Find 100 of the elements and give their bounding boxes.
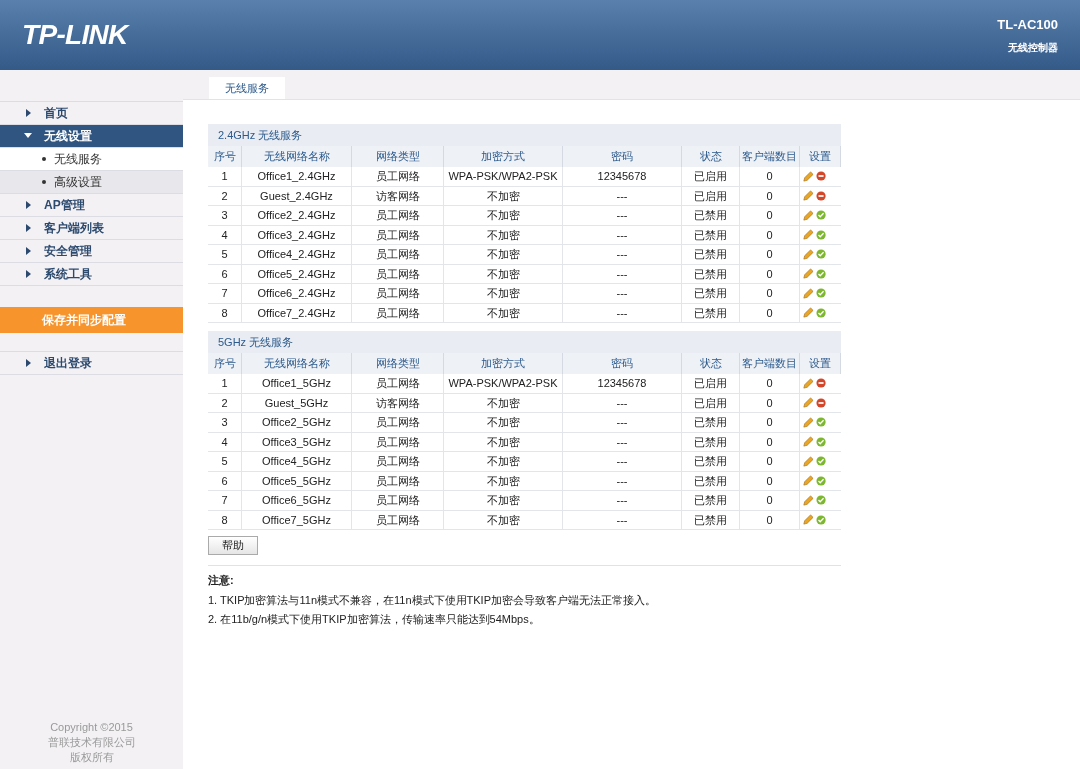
table-cell: 0 (740, 452, 800, 471)
check-icon[interactable] (815, 209, 826, 222)
table-cell: 员工网络 (352, 510, 444, 529)
table-cell: Office2_5GHz (242, 413, 352, 432)
column-header: 密码 (563, 146, 682, 167)
table-cell: 4 (208, 225, 242, 244)
table-cell: 已禁用 (682, 471, 740, 490)
pencil-icon[interactable] (803, 415, 814, 429)
table-cell: 0 (740, 245, 800, 264)
table-cell: 员工网络 (352, 452, 444, 471)
table-cell: 不加密 (444, 225, 563, 244)
check-icon[interactable] (815, 474, 826, 487)
model-name: TL-AC100 (997, 15, 1058, 34)
pencil-icon[interactable] (803, 435, 814, 449)
table-cell: 不加密 (444, 452, 563, 471)
table-cell: 已禁用 (682, 284, 740, 303)
table-cell: 员工网络 (352, 491, 444, 510)
table-cell: 3 (208, 413, 242, 432)
table-cell: 0 (740, 225, 800, 244)
table-cell: WPA-PSK/WPA2-PSK (444, 167, 563, 186)
table-cell: 5 (208, 245, 242, 264)
table-cell: --- (563, 413, 682, 432)
copyright-text: 普联技术有限公司 (47, 735, 136, 750)
table-cell: 不加密 (444, 510, 563, 529)
pencil-icon[interactable] (803, 189, 814, 203)
table-cell: Office3_5GHz (242, 432, 352, 451)
table-cell: 已启用 (682, 374, 740, 393)
check-icon[interactable] (815, 306, 826, 319)
pencil-icon[interactable] (803, 493, 814, 507)
table-cell: Guest_5GHz (242, 393, 352, 412)
pencil-icon[interactable] (803, 454, 814, 468)
table-cell: 12345678 (563, 167, 682, 186)
column-header: 网络类型 (352, 146, 444, 167)
table-cell: 员工网络 (352, 206, 444, 225)
table-cell: Office6_5GHz (242, 491, 352, 510)
check-icon[interactable] (815, 248, 826, 261)
pencil-icon[interactable] (803, 267, 814, 281)
table-cell: Office2_2.4GHz (242, 206, 352, 225)
column-header: 加密方式 (444, 353, 563, 374)
help-button[interactable]: 帮助 (208, 536, 258, 555)
table-cell: --- (563, 206, 682, 225)
pencil-icon[interactable] (803, 306, 814, 320)
bullet-icon (42, 157, 46, 161)
table-cell: 0 (740, 264, 800, 283)
table-cell: 12345678 (563, 374, 682, 393)
table-cell: 已禁用 (682, 225, 740, 244)
table-cell: 已禁用 (682, 206, 740, 225)
column-header: 状态 (682, 146, 740, 167)
check-icon[interactable] (815, 228, 826, 241)
table-cell: 0 (740, 432, 800, 451)
sidebar-subitem[interactable]: 无线服务 (0, 148, 183, 171)
stop-icon[interactable] (815, 377, 826, 390)
table-cell: Office4_5GHz (242, 452, 352, 471)
table-cell: 员工网络 (352, 374, 444, 393)
sidebar-subitem[interactable]: 高级设置 (0, 171, 183, 194)
pencil-icon[interactable] (803, 247, 814, 261)
check-icon[interactable] (815, 435, 826, 448)
check-icon[interactable] (815, 267, 826, 280)
table-cell: Office6_2.4GHz (242, 284, 352, 303)
table-cell: 不加密 (444, 432, 563, 451)
stop-icon[interactable] (815, 396, 826, 409)
pencil-icon[interactable] (803, 376, 814, 390)
sidebar-item[interactable]: 无线设置 (0, 125, 183, 148)
check-icon[interactable] (815, 494, 826, 507)
logo: TP-LINK (22, 18, 128, 52)
table-cell: 0 (740, 413, 800, 432)
pencil-icon[interactable] (803, 474, 814, 488)
pencil-icon[interactable] (803, 396, 814, 410)
column-header: 密码 (563, 353, 682, 374)
check-icon[interactable] (815, 287, 826, 300)
table-cell: 员工网络 (352, 471, 444, 490)
table-cell: --- (563, 264, 682, 283)
table-cell: Office5_5GHz (242, 471, 352, 490)
table-cell: 8 (208, 303, 242, 322)
pencil-icon[interactable] (803, 208, 814, 222)
table-cell: 已禁用 (682, 491, 740, 510)
tab[interactable]: 无线服务 (209, 77, 285, 99)
stop-icon[interactable] (815, 170, 826, 183)
table-cell: --- (563, 471, 682, 490)
pencil-icon[interactable] (803, 513, 814, 527)
table-cell: 已禁用 (682, 432, 740, 451)
product-subtitle: 无线控制器 (1008, 41, 1058, 56)
table-cell: --- (563, 284, 682, 303)
check-icon[interactable] (815, 513, 826, 526)
table-cell: 不加密 (444, 264, 563, 283)
table-cell: --- (563, 491, 682, 510)
pencil-icon[interactable] (803, 228, 814, 242)
pencil-icon[interactable] (803, 286, 814, 300)
stop-icon[interactable] (815, 189, 826, 202)
table-cell: 1 (208, 374, 242, 393)
table-cell: 员工网络 (352, 167, 444, 186)
table-cell: Office3_2.4GHz (242, 225, 352, 244)
table-cell: 0 (740, 167, 800, 186)
table-cell: 员工网络 (352, 413, 444, 432)
pencil-icon[interactable] (803, 169, 814, 183)
check-icon[interactable] (815, 416, 826, 429)
column-header: 状态 (682, 353, 740, 374)
check-icon[interactable] (815, 455, 826, 468)
table-cell: 0 (740, 284, 800, 303)
table-cell: 访客网络 (352, 186, 444, 205)
